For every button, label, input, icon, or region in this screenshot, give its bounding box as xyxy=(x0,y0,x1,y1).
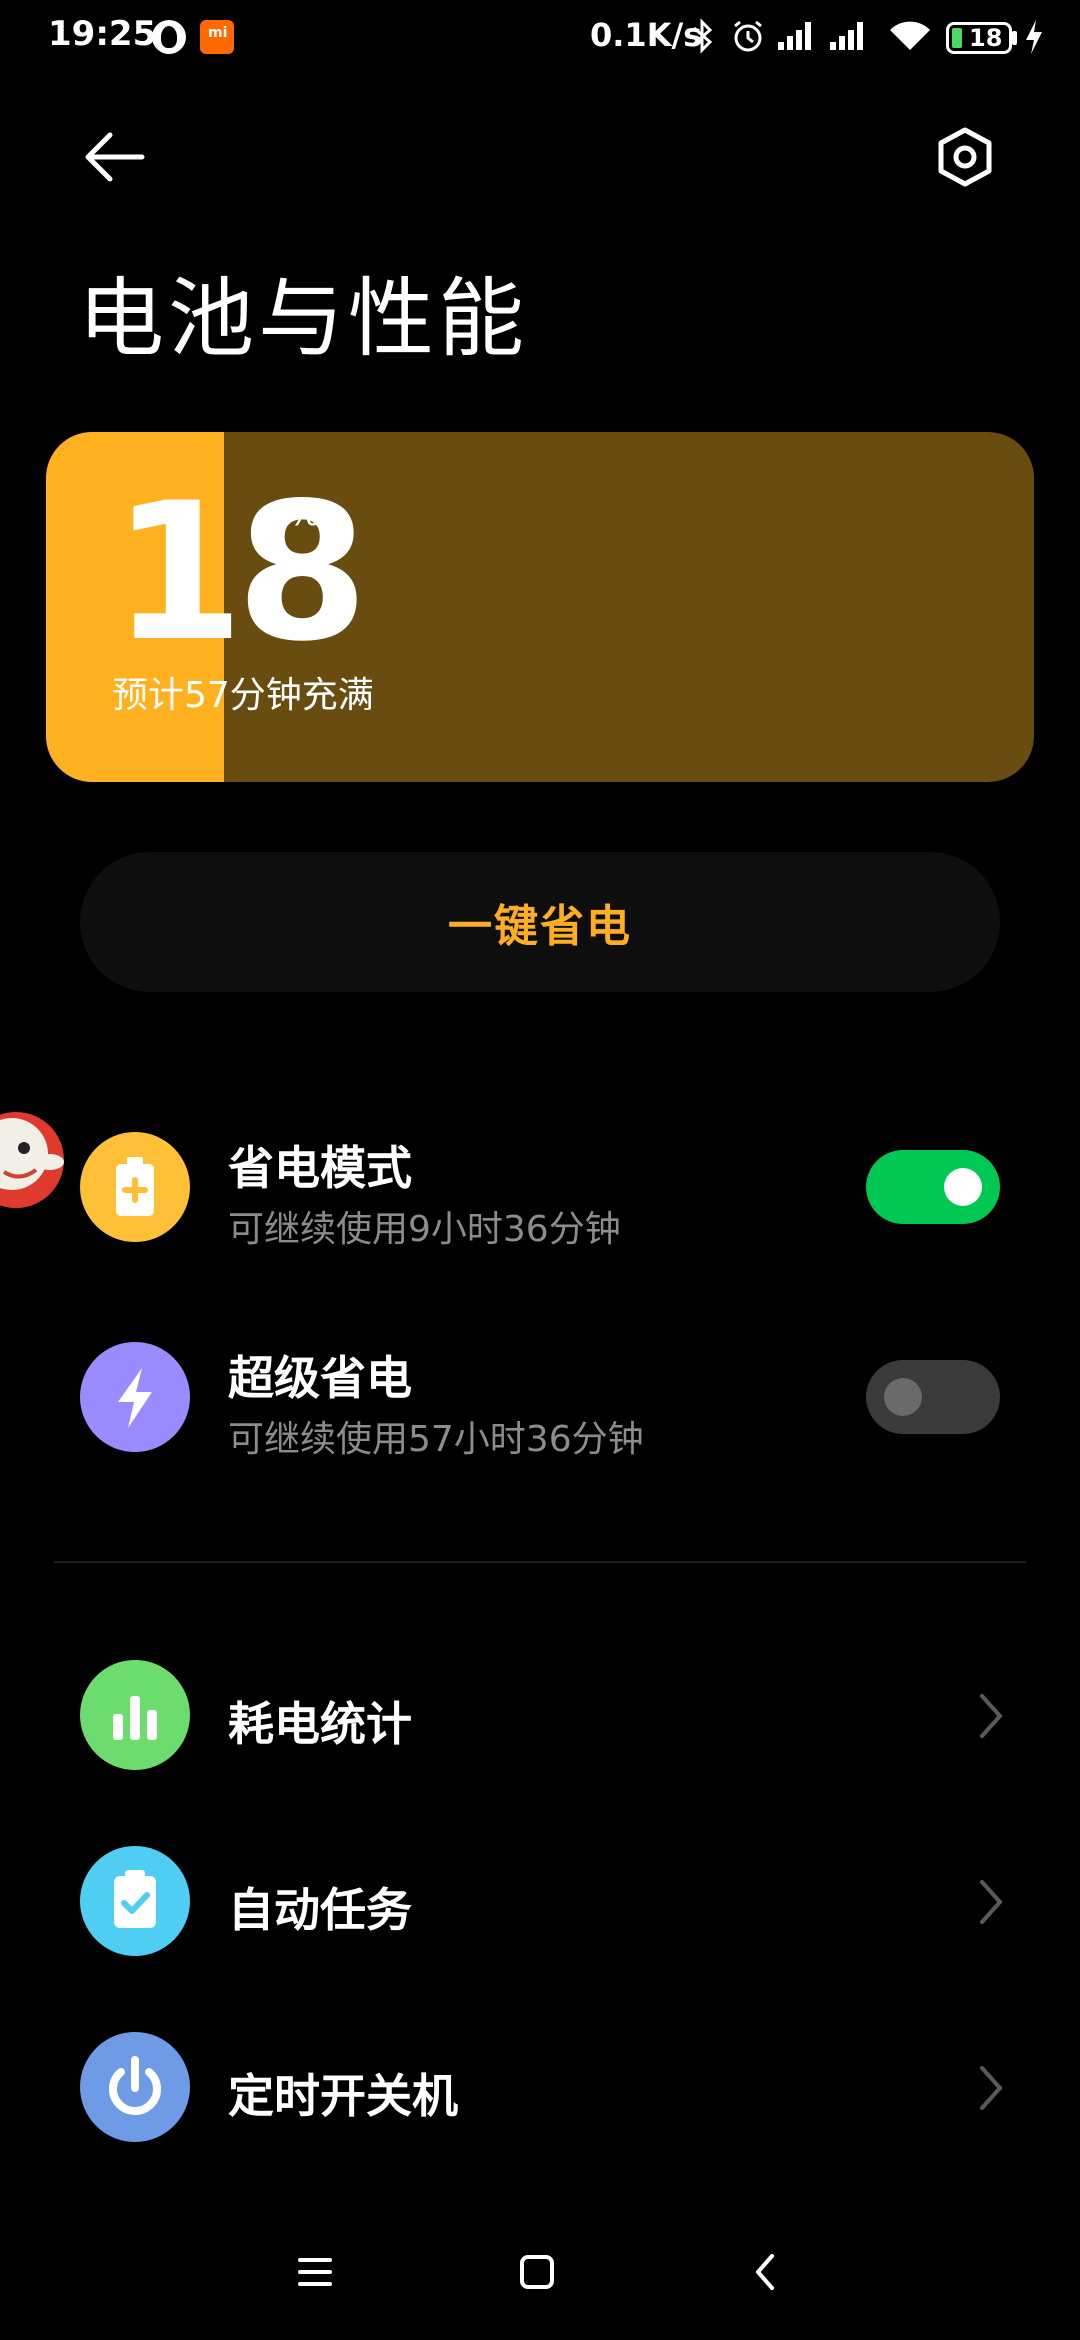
back-nav-icon[interactable] xyxy=(730,2242,800,2302)
settings-button[interactable] xyxy=(930,122,1000,192)
power-save-mode-toggle[interactable] xyxy=(866,1150,1000,1224)
bar-chart-icon xyxy=(80,1660,190,1770)
chevron-right-icon xyxy=(980,1880,1003,1924)
scheduled-power-title: 定时开关机 xyxy=(228,2069,458,2123)
home-icon[interactable] xyxy=(502,2242,572,2302)
scheduled-power-row[interactable]: 定时开关机 xyxy=(0,2008,1080,2168)
back-arrow-icon xyxy=(85,132,145,182)
wifi-icon xyxy=(890,21,930,50)
power-save-mode-subtitle: 可继续使用9小时36分钟 xyxy=(228,1209,621,1250)
chevron-right-icon xyxy=(980,2066,1003,2110)
status-bar: 19:25 0.1K/s 18 xyxy=(0,0,1080,72)
back-button[interactable] xyxy=(80,122,150,192)
power-icon xyxy=(80,2032,190,2142)
battery-plus-icon xyxy=(80,1132,190,1242)
clipboard-check-icon xyxy=(80,1846,190,1956)
qq-icon xyxy=(152,20,186,54)
toggle-knob xyxy=(944,1168,982,1206)
bluetooth-icon xyxy=(693,18,713,54)
battery-percent: 18 xyxy=(112,462,368,683)
network-speed: 0.1K/s xyxy=(590,16,703,54)
battery-unit: % xyxy=(288,494,321,534)
super-save-mode-row[interactable]: 超级省电 可继续使用57小时36分钟 xyxy=(0,1318,1080,1478)
charging-icon xyxy=(322,582,346,634)
power-usage-row[interactable]: 耗电统计 xyxy=(0,1636,1080,1796)
battery-card[interactable]: 18 % 预计57分钟充满 xyxy=(46,432,1034,782)
auto-task-row[interactable]: 自动任务 xyxy=(0,1822,1080,1982)
hd-signal-icon xyxy=(830,18,870,50)
menu-icon[interactable] xyxy=(280,2242,350,2302)
chevron-right-icon xyxy=(980,1694,1003,1738)
super-save-mode-title: 超级省电 xyxy=(228,1351,412,1405)
mi-icon xyxy=(200,20,234,54)
charging-status-icon xyxy=(1026,20,1042,54)
signal-icon xyxy=(778,18,818,50)
page-title: 电池与性能 xyxy=(78,269,528,369)
power-save-mode-row[interactable]: 省电模式 可继续使用9小时36分钟 xyxy=(0,1108,1080,1268)
battery-estimate: 预计57分钟充满 xyxy=(112,675,374,716)
battery-level-text: 18 xyxy=(969,24,1003,52)
super-save-mode-subtitle: 可继续使用57小时36分钟 xyxy=(228,1419,644,1460)
alarm-icon xyxy=(734,20,762,52)
super-save-mode-toggle[interactable] xyxy=(866,1360,1000,1434)
gear-icon xyxy=(938,127,992,187)
power-usage-title: 耗电统计 xyxy=(228,1697,412,1751)
power-save-mode-title: 省电模式 xyxy=(228,1141,412,1195)
battery-icon: 18 xyxy=(946,22,1012,54)
auto-task-title: 自动任务 xyxy=(228,1883,412,1937)
one-key-save-button[interactable]: 一键省电 xyxy=(80,852,1000,992)
section-divider xyxy=(54,1561,1026,1563)
navigation-bar xyxy=(0,2220,1080,2330)
battery-tip xyxy=(1012,31,1017,45)
status-time: 19:25 xyxy=(48,14,157,54)
lightning-icon xyxy=(80,1342,190,1452)
toggle-knob xyxy=(884,1378,922,1416)
